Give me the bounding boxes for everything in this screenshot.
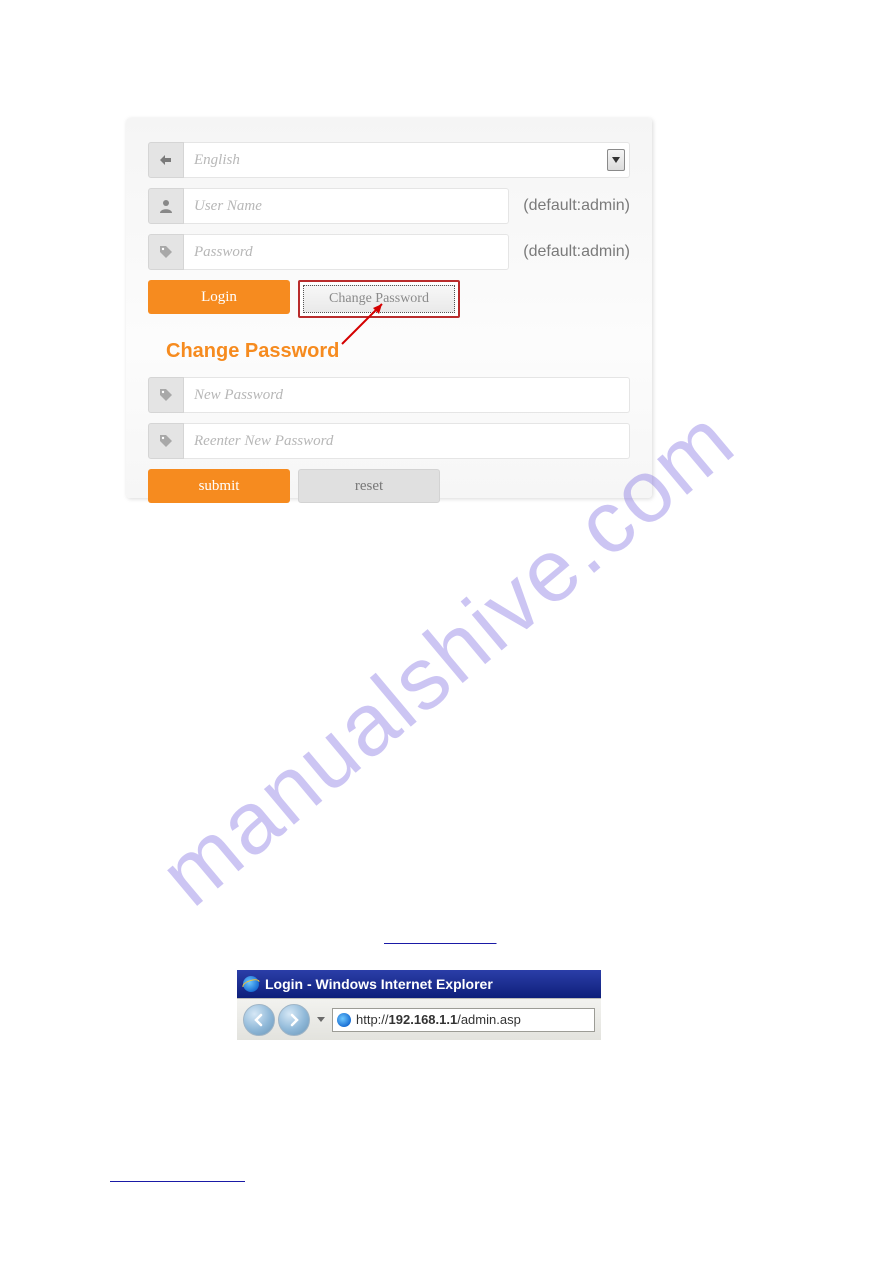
- ie-window-title: Login - Windows Internet Explorer: [265, 976, 493, 992]
- reenter-password-placeholder: Reenter New Password: [194, 433, 333, 450]
- history-dropdown[interactable]: [313, 1007, 329, 1033]
- button-row-2: submit reset: [148, 469, 630, 503]
- admin-url-link[interactable]: [384, 930, 497, 947]
- person-icon: [148, 188, 184, 224]
- address-text: http://192.168.1.1/admin.asp: [356, 1012, 521, 1027]
- reset-button-label: reset: [355, 478, 383, 495]
- password-placeholder: Password: [194, 244, 253, 261]
- username-placeholder: User Name: [194, 198, 262, 215]
- page-icon: [337, 1013, 351, 1027]
- url-prefix: http://: [356, 1012, 389, 1027]
- button-row-1: Login Change Password: [148, 280, 630, 318]
- url-path: /admin.asp: [457, 1012, 521, 1027]
- login-button[interactable]: Login: [148, 280, 290, 314]
- login-button-label: Login: [201, 289, 237, 306]
- tag-icon: [148, 234, 184, 270]
- new-password-row: New Password: [148, 377, 630, 413]
- language-icon: [148, 142, 184, 178]
- tag-icon: [148, 377, 184, 413]
- change-password-label: Change Password: [329, 291, 429, 307]
- reenter-password-row: Reenter New Password: [148, 423, 630, 459]
- ie-icon: [243, 976, 259, 992]
- reenter-password-input[interactable]: Reenter New Password: [184, 423, 630, 459]
- change-password-title: Change Password: [166, 340, 630, 363]
- submit-button[interactable]: submit: [148, 469, 290, 503]
- language-select[interactable]: English: [184, 142, 630, 178]
- ie-title-bar: Login - Windows Internet Explorer: [237, 970, 601, 998]
- submit-button-label: submit: [199, 478, 240, 495]
- admin-asp-link[interactable]: [110, 1168, 245, 1185]
- change-password-button-inner: Change Password: [303, 285, 455, 313]
- password-input[interactable]: Password: [184, 234, 509, 270]
- address-bar[interactable]: http://192.168.1.1/admin.asp: [332, 1008, 595, 1032]
- forward-button[interactable]: [278, 1004, 310, 1036]
- username-row: User Name (default:admin): [148, 188, 630, 224]
- dropdown-button[interactable]: [607, 149, 625, 171]
- ie-browser-window: Login - Windows Internet Explorer http:/…: [237, 970, 601, 1040]
- language-row: English: [148, 142, 630, 178]
- password-row: Password (default:admin): [148, 234, 630, 270]
- new-password-input[interactable]: New Password: [184, 377, 630, 413]
- username-hint: (default:admin): [523, 197, 630, 215]
- language-value: English: [194, 152, 240, 169]
- ie-toolbar: http://192.168.1.1/admin.asp: [237, 998, 601, 1040]
- url-host: 192.168.1.1: [389, 1012, 458, 1027]
- username-input[interactable]: User Name: [184, 188, 509, 224]
- change-password-button[interactable]: Change Password: [298, 280, 460, 318]
- new-password-placeholder: New Password: [194, 387, 283, 404]
- password-hint: (default:admin): [523, 243, 630, 261]
- back-button[interactable]: [243, 1004, 275, 1036]
- tag-icon: [148, 423, 184, 459]
- login-panel: English User Name (default:admin) Passwo…: [126, 118, 652, 498]
- reset-button[interactable]: reset: [298, 469, 440, 503]
